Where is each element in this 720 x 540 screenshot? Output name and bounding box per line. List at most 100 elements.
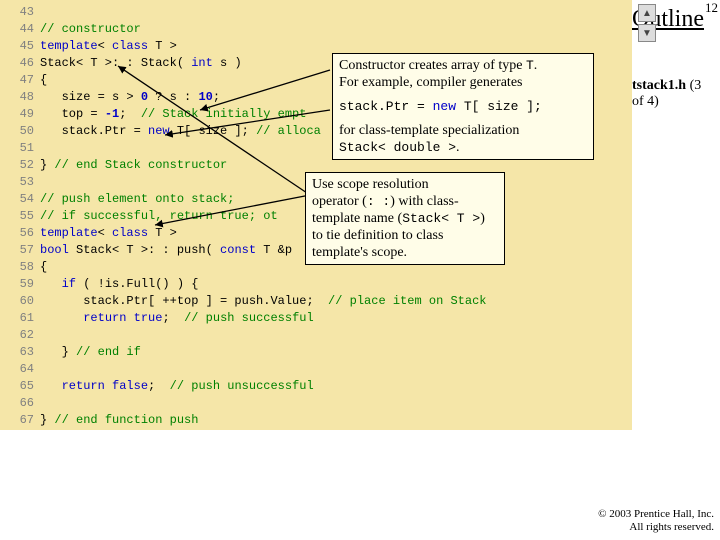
keyword: template (40, 226, 98, 240)
comment: // push element onto stack; (40, 192, 234, 206)
copyright-text: © 2003 Prentice Hall, Inc. (598, 508, 714, 521)
callout-text: Use scope resolution (312, 176, 498, 193)
line-number: 49 (0, 106, 34, 123)
file-name: tstack1.h (632, 78, 686, 93)
line-number: 48 (0, 89, 34, 106)
code-text: < (98, 226, 112, 240)
line-number: 54 (0, 191, 34, 208)
callout-text: For example, compiler generates (339, 74, 587, 91)
line-number: 55 (0, 208, 34, 225)
comment: // end if (76, 345, 141, 359)
callout-text: for class-template specialization (339, 122, 587, 139)
keyword: class (112, 226, 148, 240)
line-number: 56 (0, 225, 34, 242)
keyword: new (148, 124, 170, 138)
code-text (105, 379, 112, 393)
callout-scope-resolution: Use scope resolution operator (: :) with… (305, 172, 505, 265)
line-number: 64 (0, 361, 34, 378)
callout-text: to tie definition to class (312, 227, 498, 244)
file-label: tstack1.h (3 of 4) (632, 78, 716, 110)
page-number: 12 (705, 0, 718, 16)
number: 10 (198, 90, 212, 104)
callout-text: Stack< double >. (339, 139, 587, 156)
code-text: ? s : (148, 90, 198, 104)
line-number: 57 (0, 242, 34, 259)
callout-code-line: stack.Ptr = new T[ size ]; (339, 98, 587, 115)
line-number: 44 (0, 21, 34, 38)
callout-line: . (534, 58, 538, 73)
code-text: Stack< T >: : Stack( (40, 56, 191, 70)
code-inline: T (526, 58, 534, 73)
outline-panel: 12 Outline ▲ ▼ tstack1.h (3 of 4) (632, 0, 720, 540)
line-number: 66 (0, 395, 34, 412)
footer: © 2003 Prentice Hall, Inc. All rights re… (598, 508, 714, 534)
keyword: if (62, 277, 76, 291)
comment: // constructor (40, 22, 141, 36)
keyword: false (112, 379, 148, 393)
nav-down-button[interactable]: ▼ (638, 24, 656, 42)
code-text: ; (213, 90, 220, 104)
code-text: < (98, 39, 112, 53)
callout-text: Constructor creates array of type T. (339, 57, 587, 74)
comment: // Stack initially empt (141, 107, 307, 121)
line-number: 46 (0, 55, 34, 72)
keyword: return (62, 379, 105, 393)
code-text: } (40, 158, 54, 172)
comment: // push successful (184, 311, 314, 325)
line-number: 53 (0, 174, 34, 191)
keyword: bool (40, 243, 69, 257)
code-text: stack.Ptr = (40, 124, 148, 138)
keyword: true (134, 311, 163, 325)
code-text: T[ size ]; (456, 99, 542, 114)
code-text: T > (148, 226, 177, 240)
code-text: } (40, 345, 76, 359)
keyword: int (191, 56, 213, 70)
comment: // end Stack constructor (54, 158, 227, 172)
callout-line: ) with class- (390, 194, 458, 209)
callout-line: operator ( (312, 194, 367, 209)
code-text: ( !is.Full() ) { (76, 277, 198, 291)
code-text: stack.Ptr[ ++top ] = push.Value; (40, 294, 328, 308)
line-number: 63 (0, 344, 34, 361)
code-text: size = s > (40, 90, 141, 104)
line-number: 50 (0, 123, 34, 140)
callout-constructor-array: Constructor creates array of type T. For… (332, 53, 594, 160)
callout-text: template's scope. (312, 244, 498, 261)
callout-text: template name (Stack< T >) (312, 210, 498, 227)
code-inline: Stack< T > (402, 211, 480, 226)
code-text: } (40, 413, 54, 427)
comment: // place item on Stack (328, 294, 486, 308)
callout-line: Constructor creates array of type (339, 58, 526, 73)
code-text: s ) (213, 56, 242, 70)
line-number: 43 (0, 4, 34, 21)
callout-line: template name ( (312, 211, 402, 226)
code-text: T > (148, 39, 177, 53)
line-number: 67 (0, 412, 34, 429)
keyword: template (40, 39, 98, 53)
code-text: ; (119, 107, 141, 121)
callout-text: operator (: :) with class- (312, 193, 498, 210)
code-text (40, 379, 62, 393)
keyword: new (433, 99, 456, 114)
code-inline: Stack< double > (339, 140, 456, 155)
comment: // if successful, return true; ot (40, 209, 278, 223)
callout-line: . (456, 140, 460, 155)
code-text (40, 311, 83, 325)
callout-line: ) (480, 211, 485, 226)
code-text (40, 277, 62, 291)
code-text: Stack< T >: : push( (69, 243, 220, 257)
line-number: 62 (0, 327, 34, 344)
rights-text: All rights reserved. (598, 521, 714, 534)
line-number: 60 (0, 293, 34, 310)
keyword: return (83, 311, 126, 325)
number: 0 (141, 90, 148, 104)
code-text: ; (162, 311, 184, 325)
code-text: T[ size ]; (170, 124, 256, 138)
nav-up-button[interactable]: ▲ (638, 4, 656, 22)
comment: // alloca (256, 124, 321, 138)
keyword: class (112, 39, 148, 53)
comment: // push unsuccessful (170, 379, 314, 393)
comment: // end function push (54, 413, 198, 427)
line-number: 51 (0, 140, 34, 157)
line-number-gutter: 43 44 45 46 47 48 49 50 51 52 53 54 55 5… (0, 0, 40, 430)
